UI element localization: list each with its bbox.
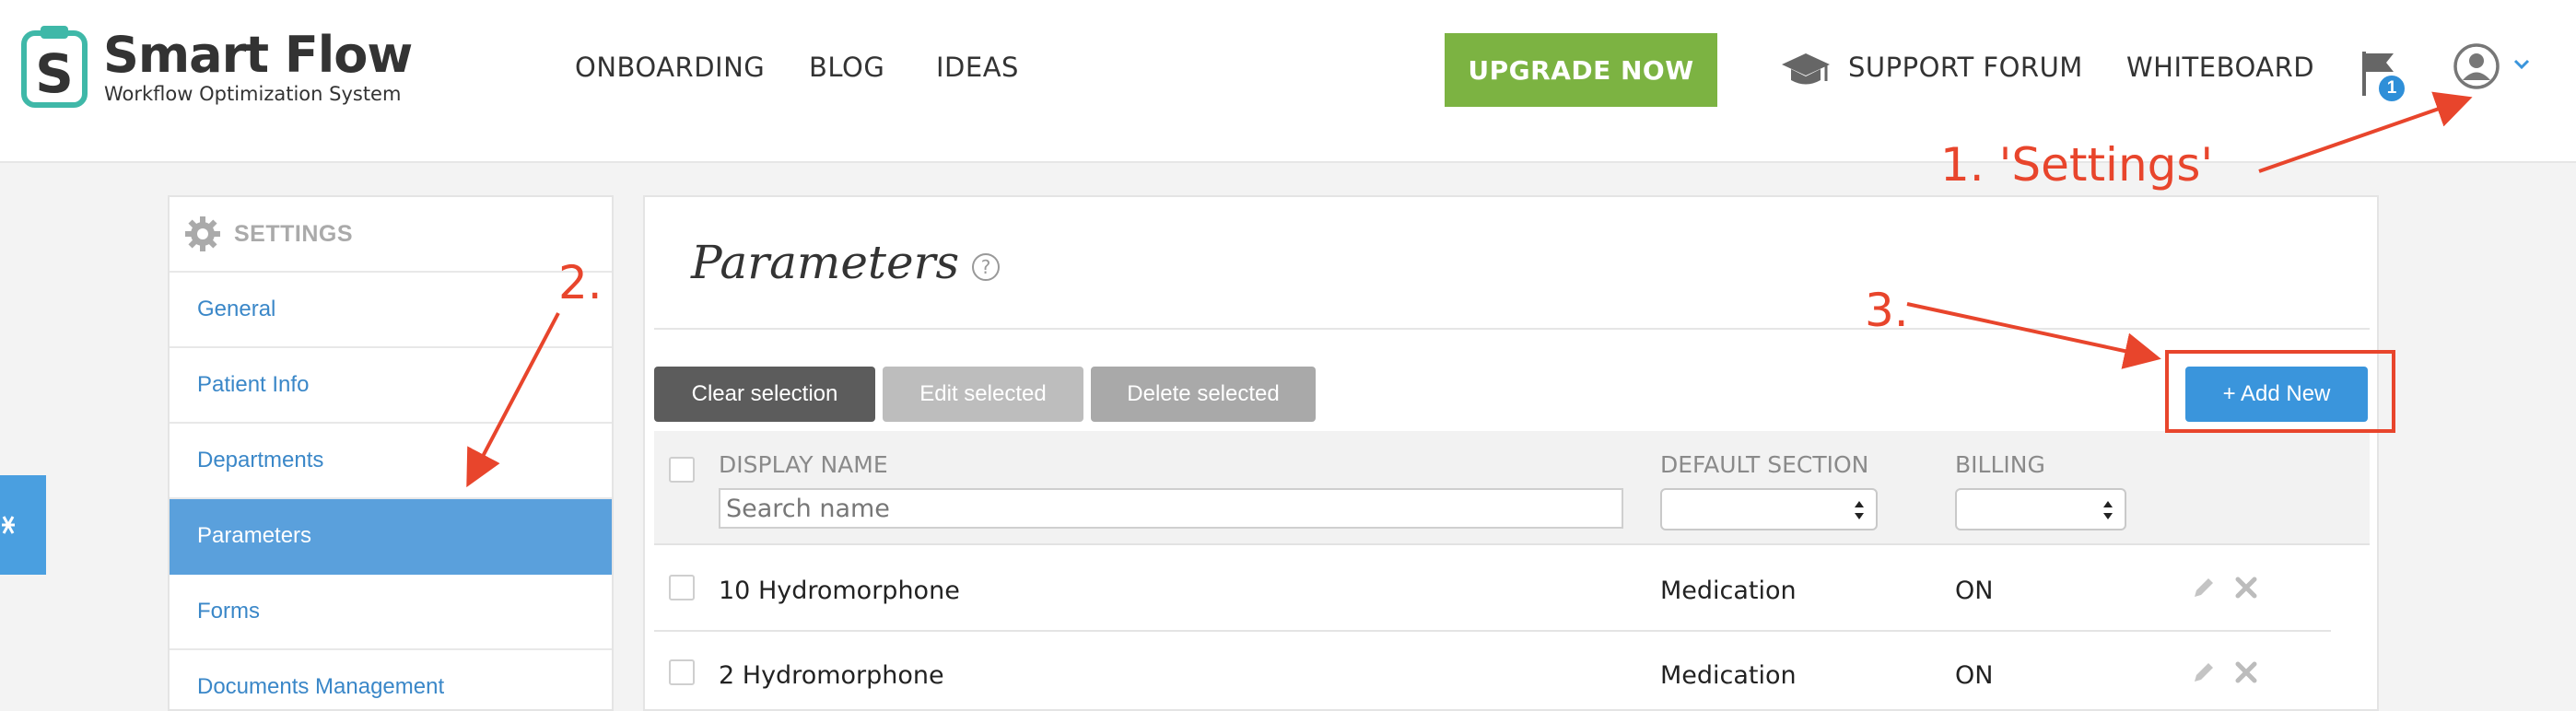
- top-header: S Smart Flow Workflow Optimization Syste…: [0, 0, 2576, 163]
- sidebar-item-forms[interactable]: Forms: [170, 575, 612, 650]
- search-name-input[interactable]: [719, 488, 1623, 529]
- nav-ideas[interactable]: IDEAS: [936, 52, 1019, 83]
- parameters-panel: Parameters ? Clear selection Edit select…: [643, 195, 2379, 711]
- graduation-cap-icon[interactable]: [1780, 50, 1832, 90]
- app-tagline: Workflow Optimization System: [104, 83, 402, 105]
- sidebar-item-patient-info[interactable]: Patient Info: [170, 348, 612, 424]
- delete-selected-button[interactable]: Delete selected: [1091, 367, 1316, 422]
- cell-billing: ON: [1955, 661, 1994, 690]
- sidebar-heading: SETTINGS: [170, 197, 612, 273]
- sidebar-heading-label: SETTINGS: [234, 220, 354, 247]
- select-arrows-icon: [2103, 501, 2113, 519]
- svg-text:S: S: [35, 42, 74, 105]
- page-title: Parameters: [691, 236, 960, 289]
- table-row[interactable]: 10 Hydromorphone Medication ON: [654, 547, 2331, 632]
- chevron-down-icon[interactable]: [2513, 59, 2530, 70]
- cell-default-section: Medication: [1660, 661, 1797, 690]
- gear-icon: [185, 216, 220, 251]
- feedback-side-tab[interactable]: [0, 475, 46, 575]
- upgrade-now-button[interactable]: UPGRADE NOW: [1445, 33, 1717, 107]
- title-divider: [654, 328, 2370, 330]
- smart-flow-logo-icon[interactable]: S: [20, 22, 88, 109]
- cell-display-name: 10 Hydromorphone: [719, 577, 960, 605]
- cell-billing: ON: [1955, 577, 1994, 605]
- select-arrows-icon: [1855, 501, 1864, 519]
- sidebar-item-parameters[interactable]: Parameters: [170, 499, 612, 575]
- edit-selected-button[interactable]: Edit selected: [883, 367, 1083, 422]
- row-checkbox[interactable]: [669, 659, 695, 685]
- question-circle-icon[interactable]: ?: [971, 252, 1001, 282]
- settings-sidebar: SETTINGS General Patient Info Department…: [168, 195, 614, 711]
- table-row[interactable]: 2 Hydromorphone Medication ON: [654, 632, 2331, 711]
- select-all-checkbox[interactable]: [669, 457, 695, 483]
- sidebar-item-general[interactable]: General: [170, 273, 612, 348]
- column-display-name[interactable]: DISPLAY NAME: [719, 451, 888, 478]
- notification-badge: 1: [2377, 74, 2406, 103]
- pencil-icon[interactable]: [2191, 575, 2217, 600]
- clear-selection-button[interactable]: Clear selection: [654, 367, 875, 422]
- close-icon[interactable]: [2233, 659, 2259, 685]
- column-billing[interactable]: BILLING: [1955, 451, 2045, 478]
- pencil-icon[interactable]: [2191, 659, 2217, 685]
- nav-support-forum[interactable]: SUPPORT FORUM: [1848, 52, 2083, 83]
- add-new-button[interactable]: + Add New: [2185, 367, 2368, 422]
- nav-whiteboard[interactable]: WHITEBOARD: [2126, 52, 2314, 83]
- nav-blog[interactable]: BLOG: [809, 52, 884, 83]
- svg-text:?: ?: [981, 256, 991, 278]
- table-header: DISPLAY NAME DEFAULT SECTION BILLING: [654, 431, 2370, 545]
- close-icon[interactable]: [2233, 575, 2259, 600]
- cell-default-section: Medication: [1660, 577, 1797, 605]
- sidebar-item-documents-management[interactable]: Documents Management: [170, 650, 612, 711]
- sidebar-item-departments[interactable]: Departments: [170, 424, 612, 499]
- cell-display-name: 2 Hydromorphone: [719, 661, 944, 690]
- asterisk-icon: [2, 516, 15, 534]
- default-section-filter[interactable]: [1660, 488, 1878, 530]
- user-circle-icon[interactable]: [2453, 42, 2500, 90]
- row-checkbox[interactable]: [669, 575, 695, 600]
- app-name[interactable]: Smart Flow: [103, 26, 413, 84]
- billing-filter[interactable]: [1955, 488, 2126, 530]
- column-default-section[interactable]: DEFAULT SECTION: [1660, 451, 1868, 478]
- nav-onboarding[interactable]: ONBOARDING: [575, 52, 765, 83]
